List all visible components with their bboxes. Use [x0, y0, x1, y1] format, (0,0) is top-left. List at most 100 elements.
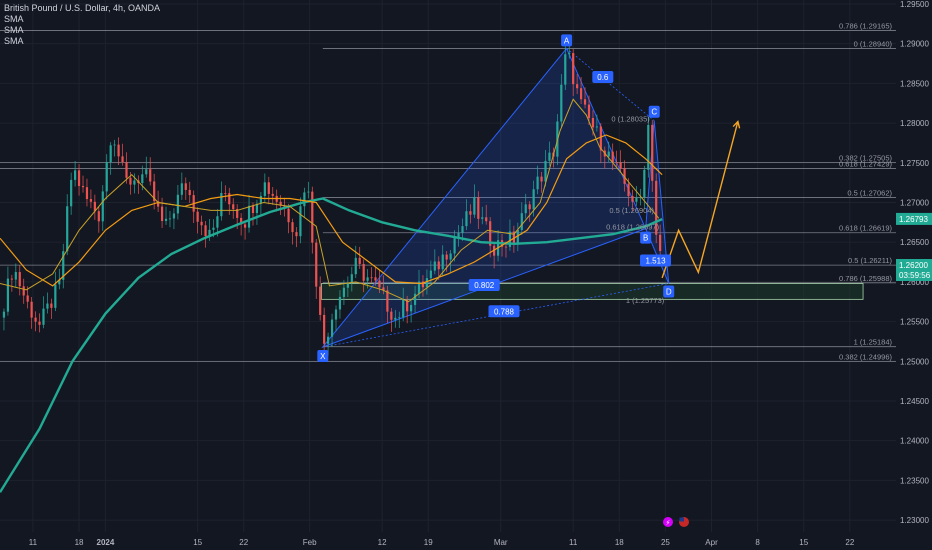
- candle-body: [374, 277, 377, 281]
- point-label-b: B: [643, 234, 648, 243]
- time-tick-label: 11: [29, 538, 38, 547]
- candle-body: [42, 308, 45, 325]
- candle-body: [89, 199, 93, 202]
- candle-body: [579, 88, 583, 100]
- candle-body: [449, 253, 452, 260]
- candle-body: [473, 197, 476, 215]
- candle-body: [524, 204, 527, 214]
- candle-body: [576, 84, 579, 89]
- last-price-label: 1.26200: [899, 261, 928, 270]
- indicator-sma-1[interactable]: SMA: [4, 14, 160, 25]
- candle-body: [386, 290, 389, 312]
- candle-body: [362, 263, 365, 281]
- candle-body: [651, 124, 654, 181]
- sma-price-label: 1.26793: [899, 215, 928, 224]
- time-tick-label: 11: [569, 538, 578, 547]
- candle-body: [263, 182, 266, 196]
- us-flag-icon-canton: [679, 517, 684, 522]
- candle-body: [461, 226, 464, 233]
- candle-body: [38, 321, 41, 325]
- candle-body: [184, 183, 187, 190]
- candle-body: [101, 191, 104, 222]
- candle-body: [66, 206, 69, 252]
- candle-body: [303, 192, 306, 207]
- candle-body: [647, 124, 650, 170]
- candle-body: [615, 162, 618, 164]
- candle-body: [465, 211, 468, 227]
- candle-body: [81, 186, 85, 188]
- candle-body: [425, 278, 429, 288]
- candle-body: [315, 242, 318, 287]
- price-chart[interactable]: 0.786 (1.29165)0 (1.28940)0.382 (1.27505…: [0, 0, 932, 550]
- candle-body: [350, 274, 353, 283]
- candle-body: [85, 187, 89, 200]
- time-tick-label: 22: [845, 538, 854, 547]
- candle-body: [445, 254, 448, 260]
- candle-body: [330, 319, 334, 337]
- candle-body: [299, 206, 302, 237]
- candle-body: [50, 303, 53, 308]
- fib-level-label: 0 (1.28940): [854, 39, 893, 48]
- candle-body: [105, 162, 108, 192]
- symbol-title[interactable]: British Pound / U.S. Dollar, 4h, OANDA: [4, 3, 160, 14]
- candle-body: [453, 238, 456, 254]
- candle-body: [10, 278, 13, 280]
- candle-body: [366, 277, 369, 281]
- point-label-x: X: [320, 352, 326, 361]
- indicator-sma-3[interactable]: SMA: [4, 36, 160, 47]
- candle-body: [560, 84, 563, 122]
- candle-body: [97, 211, 100, 222]
- candle-body: [378, 280, 381, 288]
- candle-body: [358, 257, 361, 264]
- countdown-label: 03:59:56: [899, 271, 931, 280]
- price-tick-label: 1.23000: [900, 516, 929, 525]
- candle-body: [70, 179, 73, 207]
- time-tick-label: 18: [75, 538, 84, 547]
- price-tick-label: 1.29500: [900, 0, 929, 9]
- candle-body: [433, 261, 436, 271]
- candle-body: [228, 193, 231, 205]
- candle-body: [532, 189, 535, 210]
- price-axis[interactable]: 1.29500 1.29000 1.28500 1.28000 1.27500 1.270…: [896, 0, 932, 550]
- candle-body: [188, 189, 191, 196]
- candle-body: [572, 53, 575, 85]
- indicator-sma-2[interactable]: SMA: [4, 25, 160, 36]
- price-tick-label: 1.24000: [900, 437, 929, 446]
- candle-body: [631, 196, 634, 202]
- candle-body: [477, 197, 480, 219]
- time-axis[interactable]: 11 18 2024 15 22 Feb 12 19 Mar 11 18 25 Apr 8 15 22: [0, 532, 932, 550]
- time-tick-label: 2024: [97, 538, 115, 547]
- candle-body: [247, 205, 251, 228]
- candle-body: [149, 169, 152, 182]
- candle-body: [342, 287, 346, 297]
- candle-body: [410, 304, 413, 312]
- point-label-d: D: [666, 287, 672, 296]
- candle-body: [109, 145, 112, 163]
- candle-body: [196, 211, 199, 222]
- candle-body: [370, 277, 373, 279]
- fib-level-label: 0.618 (1.26619): [839, 224, 892, 233]
- point-label-a: A: [564, 36, 570, 45]
- candle-body: [540, 176, 543, 182]
- candle-body: [172, 213, 176, 219]
- candle-body: [544, 160, 547, 182]
- candle-body: [200, 221, 203, 226]
- candle-body: [307, 191, 310, 193]
- candle-body: [291, 222, 294, 233]
- inner-fib-label: 0.5 (1.26904): [609, 206, 654, 215]
- candle-body: [287, 208, 290, 223]
- inner-fib-label: 0 (1.28035): [611, 114, 650, 123]
- candle-body: [437, 261, 440, 270]
- time-tick-label: 25: [661, 538, 670, 547]
- candle-body: [481, 217, 484, 219]
- candle-body: [323, 314, 326, 344]
- price-tick-label: 1.25500: [900, 318, 929, 327]
- ratio-tag-label: 0.788: [494, 307, 515, 316]
- candle-body: [536, 176, 539, 190]
- fib-level-label: 0.382 (1.24996): [839, 353, 892, 362]
- time-tick-label: 19: [424, 538, 433, 547]
- time-tick-label: Apr: [705, 538, 718, 547]
- time-tick-label: 18: [615, 538, 624, 547]
- ratio-tag-label: 0.802: [474, 281, 495, 290]
- candle-body: [6, 278, 10, 312]
